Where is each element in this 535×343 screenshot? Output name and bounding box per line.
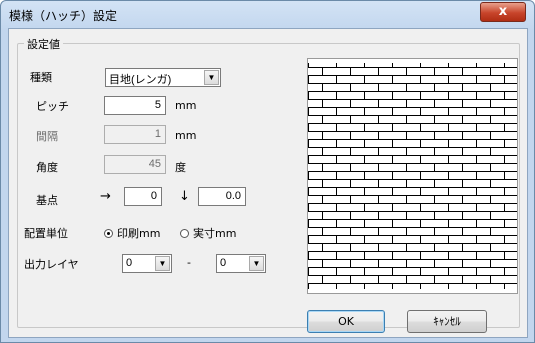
- chevron-down-icon[interactable]: ▼: [155, 256, 170, 271]
- output-layer-from-select[interactable]: 0 ▼: [122, 254, 172, 273]
- base-point-x-input[interactable]: 0: [124, 187, 162, 206]
- radio-print-mm[interactable]: 印刷mm: [104, 225, 160, 241]
- output-layer-label: 出力レイヤ: [24, 258, 79, 271]
- chevron-down-icon[interactable]: ▼: [204, 70, 219, 85]
- dialog-body: 設定値 種類 目地(レンガ) ▼ ピッチ 5 mm 間隔 1 mm 角度 45 …: [8, 28, 528, 338]
- radio-actual-mm-label: 実寸mm: [193, 227, 237, 240]
- type-label: 種類: [30, 71, 52, 84]
- type-select-value: 目地(レンガ): [109, 74, 172, 86]
- hatch-preview: [307, 58, 518, 294]
- type-select[interactable]: 目地(レンガ) ▼: [105, 68, 221, 87]
- pitch-input[interactable]: 5: [104, 96, 166, 115]
- arrow-down-icon: ↓: [179, 189, 190, 204]
- angle-unit: 度: [175, 161, 186, 174]
- spacing-label: 間隔: [36, 130, 58, 143]
- hatch-settings-dialog: 模様（ハッチ）設定 x 設定値 種類 目地(レンガ) ▼ ピッチ 5 mm 間隔…: [0, 0, 535, 343]
- output-layer-from-value: 0: [126, 257, 133, 269]
- arrow-right-icon: →: [100, 189, 111, 204]
- spacing-input: 1: [104, 125, 166, 144]
- base-point-y-input[interactable]: 0.0: [198, 187, 246, 206]
- settings-group: 設定値 種類 目地(レンガ) ▼ ピッチ 5 mm 間隔 1 mm 角度 45 …: [17, 36, 520, 328]
- settings-group-legend: 設定値: [24, 36, 63, 52]
- output-layer-separator: -: [187, 256, 191, 269]
- pitch-label: ピッチ: [36, 100, 69, 113]
- chevron-down-icon[interactable]: ▼: [249, 256, 264, 271]
- spacing-unit: mm: [175, 129, 197, 142]
- ok-button[interactable]: OK: [307, 310, 385, 333]
- radio-selected-icon: [104, 229, 113, 238]
- placement-unit-label: 配置単位: [24, 227, 68, 240]
- radio-unselected-icon: [180, 229, 189, 238]
- angle-label: 角度: [36, 161, 58, 174]
- radio-print-mm-label: 印刷mm: [117, 227, 161, 240]
- dialog-title: 模様（ハッチ）設定: [9, 9, 118, 23]
- close-button[interactable]: x: [480, 2, 526, 22]
- radio-actual-mm[interactable]: 実寸mm: [180, 225, 236, 241]
- cancel-button[interactable]: ｷｬﾝｾﾙ: [407, 310, 487, 333]
- brick-pattern-preview: [308, 63, 517, 289]
- output-layer-to-value: 0: [220, 257, 227, 269]
- angle-input: 45: [104, 155, 166, 174]
- output-layer-to-select[interactable]: 0 ▼: [216, 254, 266, 273]
- title-bar[interactable]: 模様（ハッチ）設定 x: [1, 1, 534, 27]
- pitch-unit: mm: [175, 99, 197, 112]
- base-point-label: 基点: [36, 194, 58, 207]
- close-icon: x: [498, 4, 508, 19]
